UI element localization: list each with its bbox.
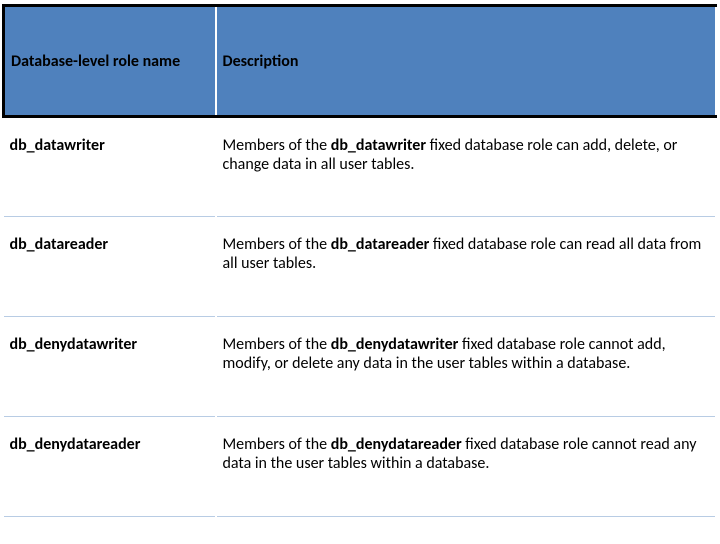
desc-text-pre: Members of the <box>223 335 331 354</box>
role-name-cell: db_datawriter <box>4 117 216 217</box>
desc-text-pre: Members of the <box>223 435 331 454</box>
table-header-row: Database-level role name Description <box>4 6 717 117</box>
desc-text-bold: db_denydatawriter <box>331 335 459 354</box>
table-row: db_denydatawriter Members of the db_deny… <box>4 317 717 417</box>
table-row: db_datareader Members of the db_dataread… <box>4 217 717 317</box>
desc-text-bold: db_datareader <box>331 235 430 254</box>
desc-text-pre: Members of the <box>223 136 331 155</box>
role-name-cell: db_denydatawriter <box>4 317 216 417</box>
role-name-cell: db_datareader <box>4 217 216 317</box>
header-role-name: Database-level role name <box>4 6 216 117</box>
desc-text-bold: db_denydatareader <box>331 435 462 454</box>
header-description: Description <box>216 6 717 117</box>
desc-text-bold: db_datawriter <box>331 136 426 155</box>
table-row: db_datawriter Members of the db_datawrit… <box>4 117 717 217</box>
role-desc-cell: Members of the db_denydatareader fixed d… <box>216 417 717 517</box>
table-row: db_denydatareader Members of the db_deny… <box>4 417 717 517</box>
role-name-cell: db_denydatareader <box>4 417 216 517</box>
role-desc-cell: Members of the db_denydatawriter fixed d… <box>216 317 717 417</box>
db-roles-table: Database-level role name Description db_… <box>2 4 717 517</box>
role-desc-cell: Members of the db_datareader fixed datab… <box>216 217 717 317</box>
desc-text-pre: Members of the <box>223 235 331 254</box>
role-desc-cell: Members of the db_datawriter fixed datab… <box>216 117 717 217</box>
